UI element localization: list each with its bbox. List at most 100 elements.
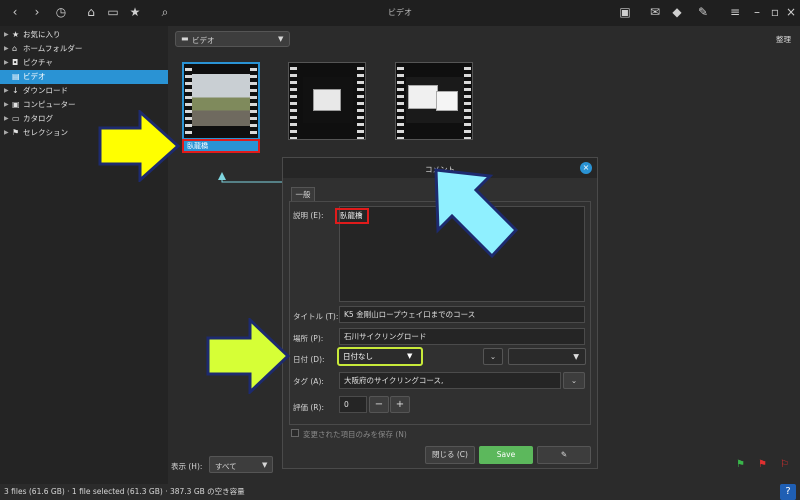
date-label: 日付 (D): xyxy=(293,355,325,364)
path-label: ビデオ xyxy=(192,36,215,45)
back-icon[interactable]: ‹ xyxy=(6,3,24,21)
sidebar-item-downloads[interactable]: ▶ ↓ ダウンロード xyxy=(0,84,168,98)
folder-icon: ▬ xyxy=(181,34,189,43)
title-input[interactable]: K5 金剛山ロープウェイ口までのコース xyxy=(339,306,585,323)
film-strip xyxy=(357,63,364,139)
tag-dropdown-button[interactable]: ⌄ xyxy=(563,372,585,389)
history-icon[interactable]: ◷ xyxy=(52,3,70,21)
time-select[interactable]: ▼ xyxy=(508,348,586,365)
video-preview-image xyxy=(303,77,353,123)
flag-red-icon[interactable]: ⚑ xyxy=(758,459,767,470)
chevron-down-icon: ▼ xyxy=(407,352,413,360)
window-title: ビデオ xyxy=(388,8,412,17)
close-button[interactable]: 閉じる (C) xyxy=(425,446,475,464)
sidebar-item-favorites[interactable]: ▶ ★ お気に入り xyxy=(0,28,168,42)
video-thumbnail[interactable] xyxy=(182,62,260,140)
sidebar-item-home[interactable]: ▶ ⌂ ホームフォルダー xyxy=(0,42,168,56)
show-filter-value: すべて xyxy=(215,462,237,471)
chevron-down-icon: ▼ xyxy=(262,461,268,469)
video-thumbnail[interactable] xyxy=(288,62,366,140)
film-strip xyxy=(397,63,404,139)
camera-icon: ◘ xyxy=(12,58,19,67)
sidebar: ▶ ★ お気に入り ▶ ⌂ ホームフォルダー ▶ ◘ ピクチャ ▤ ビデオ ▶ … xyxy=(0,26,168,484)
sidebar-item-label: お気に入り xyxy=(23,30,61,39)
chevron-down-icon: ⌄ xyxy=(489,352,497,361)
date-value: 日付なし xyxy=(343,352,373,361)
sidebar-item-label: ダウンロード xyxy=(23,86,68,95)
date-dropdown-button[interactable]: ⌄ xyxy=(483,348,503,365)
expand-arrow-icon[interactable]: ▶ xyxy=(4,112,9,126)
expand-arrow-icon[interactable]: ▶ xyxy=(4,84,9,98)
title-label: タイトル (T): xyxy=(293,312,339,321)
rating-label: 評価 (R): xyxy=(293,403,324,412)
sidebar-item-label: セレクション xyxy=(23,128,68,137)
help-icon[interactable]: ? xyxy=(780,484,796,500)
forward-icon[interactable]: › xyxy=(28,3,46,21)
tools-icon[interactable]: ✎ xyxy=(694,3,712,21)
flag-icon: ⚑ xyxy=(12,128,20,137)
film-icon: ▤ xyxy=(12,72,20,81)
path-selector[interactable]: ▬ ビデオ ▼ xyxy=(175,31,290,47)
video-preview-image xyxy=(192,74,250,126)
yellow-arrow-annotation xyxy=(98,110,180,182)
drive-icon[interactable]: ▭ xyxy=(104,3,122,21)
save-modified-label: 変更された項目のみを保存 (N) xyxy=(303,430,407,439)
sidebar-item-label: コンピューター xyxy=(23,100,76,109)
connector-arrowhead xyxy=(218,172,226,180)
star-icon: ★ xyxy=(12,30,20,39)
close-icon[interactable]: × xyxy=(580,162,592,174)
description-value[interactable]: 臥龍橋 xyxy=(335,208,369,224)
expand-arrow-icon[interactable]: ▶ xyxy=(4,42,9,56)
menu-icon[interactable]: ≡ xyxy=(726,3,744,21)
tab-general[interactable]: 一般 xyxy=(291,187,315,201)
sort-button[interactable]: 整理 xyxy=(776,34,791,45)
sidebar-item-label: カタログ xyxy=(23,114,53,123)
home-icon[interactable]: ⌂ xyxy=(82,3,100,21)
show-label: 表示 (H): xyxy=(171,462,203,471)
tag-label: タグ (A): xyxy=(293,377,324,386)
sidebar-item-pictures[interactable]: ▶ ◘ ピクチャ xyxy=(0,56,168,70)
tag-input[interactable]: 大阪府のサイクリングコース, xyxy=(339,372,561,389)
star-icon[interactable]: ★ xyxy=(126,3,144,21)
minimize-icon[interactable]: – xyxy=(748,3,766,21)
video-thumbnail[interactable] xyxy=(395,62,473,140)
expand-arrow-icon[interactable]: ▶ xyxy=(4,98,9,112)
film-strip xyxy=(290,63,297,139)
tag-icon[interactable]: ◆ xyxy=(668,3,686,21)
film-strip xyxy=(185,64,192,138)
search-icon[interactable]: ⌕ xyxy=(156,3,174,21)
save-button[interactable]: Save xyxy=(479,446,533,464)
rating-input[interactable]: 0 xyxy=(339,396,367,413)
pin-button[interactable]: ✎ xyxy=(537,446,591,464)
home-icon: ⌂ xyxy=(12,44,18,53)
save-modified-checkbox[interactable] xyxy=(291,429,299,437)
description-label: 説明 (E): xyxy=(293,211,324,220)
flag-remove-icon[interactable]: ⚐ xyxy=(780,459,789,470)
preview-window-shape xyxy=(436,91,458,111)
comment-icon[interactable]: ✉ xyxy=(646,3,664,21)
flag-green-icon[interactable]: ⚑ xyxy=(736,459,745,470)
close-icon[interactable]: × xyxy=(782,3,800,21)
place-input[interactable]: 石川サイクリングロード xyxy=(339,328,585,345)
film-strip xyxy=(464,63,471,139)
rating-increment-button[interactable]: + xyxy=(390,396,410,413)
preview-icon[interactable]: ▣ xyxy=(616,3,634,21)
rating-decrement-button[interactable]: − xyxy=(369,396,389,413)
download-icon: ↓ xyxy=(12,86,19,95)
status-text: 3 files (61.6 GB) · 1 file selected (61.… xyxy=(4,487,245,496)
expand-arrow-icon[interactable]: ▶ xyxy=(4,126,9,140)
show-filter-select[interactable]: すべて ▼ xyxy=(209,456,273,473)
expand-arrow-icon[interactable]: ▶ xyxy=(4,56,9,70)
sidebar-item-label: ビデオ xyxy=(23,72,46,81)
top-toolbar: ‹ › ◷ ⌂ ▭ ★ ⌕ ビデオ ▣ ✉ ◆ ✎ ≡ – ▫ × xyxy=(0,0,800,26)
date-select[interactable]: 日付なし ▼ xyxy=(337,347,423,366)
chevron-down-icon: ▼ xyxy=(573,352,579,361)
yellow-arrow-shape xyxy=(98,110,180,182)
chevron-down-icon: ⌄ xyxy=(570,376,578,385)
preview-window-shape xyxy=(408,85,438,109)
sidebar-item-videos[interactable]: ▤ ビデオ xyxy=(0,70,168,84)
cyan-arrow-annotation xyxy=(434,168,519,259)
catalog-icon: ▭ xyxy=(12,114,20,123)
expand-arrow-icon[interactable]: ▶ xyxy=(4,28,9,42)
pin-icon: ✎ xyxy=(560,450,568,459)
